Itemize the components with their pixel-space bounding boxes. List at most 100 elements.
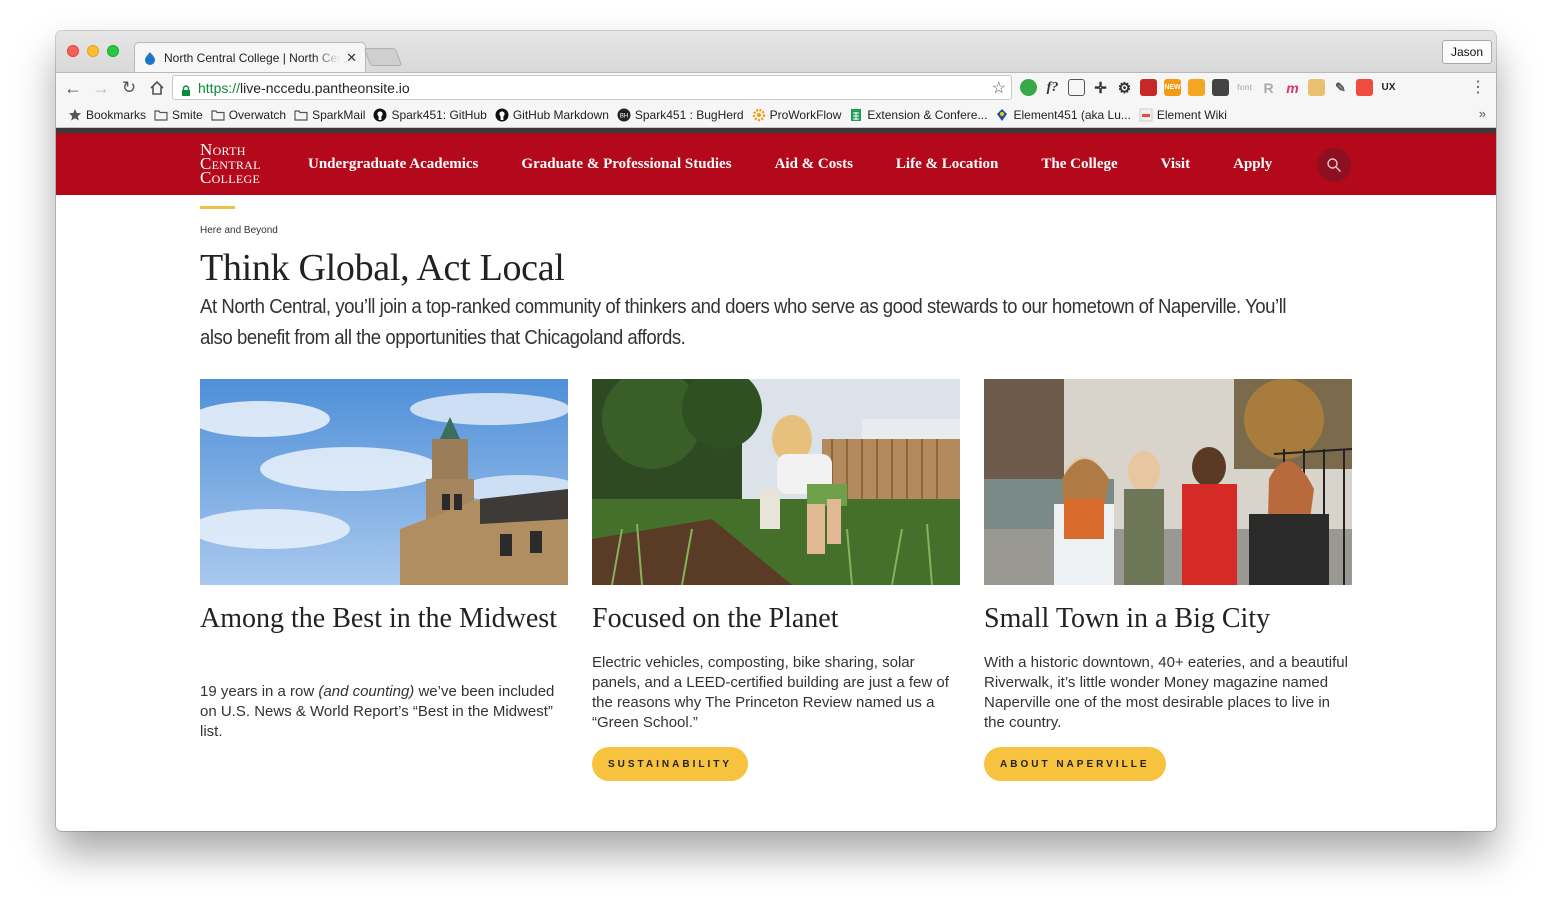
bookmarks-bar: Bookmarks Smite Overwatch SparkMail Spark451…: [56, 102, 1496, 128]
close-tab-icon[interactable]: ✕: [346, 50, 357, 66]
crosshair-extension-icon[interactable]: ✛: [1092, 79, 1109, 97]
nav-aid-costs[interactable]: Aid & Costs: [775, 156, 853, 173]
main-menu: Undergraduate Academics Graduate & Profe…: [308, 133, 1315, 195]
new-badge-extension-icon[interactable]: NEW: [1164, 79, 1181, 96]
ruler-extension-icon[interactable]: [1068, 79, 1085, 96]
sustainability-button[interactable]: SUSTAINABILITY: [592, 747, 749, 781]
gear-extension-icon[interactable]: ⚙: [1116, 79, 1133, 97]
bookmark-label: Element Wiki: [1156, 107, 1227, 122]
campus-tower-photo: [200, 379, 568, 585]
bookmark-github-markdown[interactable]: GitHub Markdown: [495, 108, 609, 122]
bookmark-spark451-bugherd[interactable]: BH Spark451 : BugHerd: [617, 108, 744, 122]
element-icon: [995, 108, 1009, 122]
search-icon: [1327, 158, 1341, 172]
card-body: Electric vehicles, composting, bike shar…: [592, 654, 949, 731]
url-text: https://live-nccedu.pantheonsite.io: [198, 79, 410, 96]
nav-the-college[interactable]: The College: [1041, 156, 1117, 173]
eyedropper-extension-icon[interactable]: ✎: [1332, 79, 1349, 96]
more-bookmarks-icon[interactable]: »: [1479, 106, 1486, 121]
nav-undergraduate-academics[interactable]: Undergraduate Academics: [308, 156, 478, 173]
bookmark-label: Overwatch: [228, 107, 287, 122]
site-navigation: North Central College Undergraduate Acad…: [56, 128, 1496, 195]
folder-icon: [154, 108, 168, 122]
college-logo[interactable]: North Central College: [200, 141, 261, 187]
feature-card: Focused on the Planet Electric vehicles,…: [592, 379, 960, 781]
bookmark-label: Smite: [172, 107, 203, 122]
bookmark-label: Extension & Confere...: [867, 107, 988, 122]
back-arrow-icon[interactable]: ←: [62, 77, 84, 99]
feature-card: Small Town in a Big City With a historic…: [984, 379, 1352, 781]
card-body: With a historic downtown, 40+ eateries, …: [984, 654, 1348, 731]
pen-extension-icon[interactable]: [1308, 79, 1325, 96]
bookmark-element451-aka-lu[interactable]: Element451 (aka Lu...: [995, 107, 1131, 122]
website: North Central College Undergraduate Acad…: [56, 128, 1496, 831]
minimize-window-button[interactable]: [87, 45, 99, 57]
nav-life-location[interactable]: Life & Location: [896, 156, 999, 173]
section-eyebrow: Here and Beyond: [200, 225, 278, 236]
bookmark-spark451-github[interactable]: Spark451: GitHub: [373, 107, 487, 122]
gear-icon: [752, 108, 766, 122]
nav-graduate-professional-studies[interactable]: Graduate & Professional Studies: [521, 156, 731, 173]
font-ninja-extension-icon[interactable]: font: [1236, 79, 1253, 96]
new-tab-button[interactable]: [363, 48, 403, 66]
camera-extension-icon[interactable]: [1212, 79, 1229, 96]
riverwalk-photo: [984, 379, 1352, 585]
bookmark-label: GitHub Markdown: [512, 107, 609, 122]
font-extension-icon[interactable]: f?: [1044, 79, 1061, 96]
about-naperville-button[interactable]: ABOUT NAPERVILLE: [984, 747, 1166, 781]
bugherd-icon: BH: [617, 108, 631, 122]
forward-arrow-icon[interactable]: →: [90, 77, 112, 99]
address-bar[interactable]: https://live-nccedu.pantheonsite.io ☆: [172, 75, 1012, 100]
red-extension-icon[interactable]: [1140, 79, 1157, 96]
folder-icon: [294, 108, 308, 122]
r-extension-icon[interactable]: R: [1260, 79, 1277, 96]
bookmark-label: Bookmarks: [86, 107, 147, 122]
folder-icon: [211, 108, 225, 122]
bookmark-star-icon[interactable]: ☆: [992, 78, 1006, 98]
bookmark-label: ProWorkFlow: [769, 107, 842, 122]
home-icon[interactable]: [146, 77, 168, 99]
sheet-icon: [849, 108, 863, 122]
garden-photo: [592, 379, 960, 585]
m-extension-icon[interactable]: m: [1284, 79, 1301, 96]
star-icon: [68, 108, 82, 122]
nav-apply[interactable]: Apply: [1233, 156, 1272, 173]
bookmark-smite[interactable]: Smite: [154, 108, 203, 122]
card-title: Among the Best in the Midwest: [200, 603, 557, 634]
nav-visit[interactable]: Visit: [1161, 156, 1190, 173]
card-title: Small Town in a Big City: [984, 603, 1271, 634]
accent-rule: [200, 206, 235, 209]
bookmark-label: SparkMail: [312, 107, 366, 122]
feature-card: Among the Best in the Midwest 19 years i…: [200, 379, 568, 740]
bookmark-element-wiki[interactable]: Element Wiki: [1139, 108, 1227, 122]
bookmark-overwatch[interactable]: Overwatch: [211, 108, 286, 122]
site-search-button[interactable]: [1317, 148, 1351, 182]
browser-menu-icon[interactable]: ⋮: [1470, 77, 1486, 97]
card-body: 19 years in a row (and counting) we’ve b…: [200, 683, 555, 740]
wiki-icon: [1139, 108, 1153, 122]
bookmark-label: Spark451: GitHub: [391, 107, 487, 122]
card-title: Focused on the Planet: [592, 603, 839, 634]
bookmark-extension-confere[interactable]: Extension & Confere...: [849, 108, 987, 122]
browser-tab[interactable]: North Central College | North Central Co…: [134, 42, 366, 72]
profile-button[interactable]: Jason: [1441, 40, 1492, 64]
location-extension-icon[interactable]: [1020, 79, 1037, 96]
svg-text:BH: BH: [620, 113, 628, 119]
bookmark-sparkmail[interactable]: SparkMail: [294, 108, 365, 122]
bolt-extension-icon[interactable]: [1356, 79, 1373, 96]
drupal-icon: [143, 51, 157, 65]
close-window-button[interactable]: [67, 45, 79, 57]
bookmark-label: Element451 (aka Lu...: [1013, 107, 1131, 122]
tab-title: North Central College | North Central Co…: [164, 50, 340, 65]
github-icon: [495, 108, 509, 122]
ux-extension-icon[interactable]: UX: [1380, 79, 1397, 96]
logo-line: College: [200, 168, 261, 187]
bookmark-proworkflow[interactable]: ProWorkFlow: [752, 107, 842, 122]
zoom-window-button[interactable]: [107, 45, 119, 57]
reload-icon[interactable]: ↻: [118, 77, 140, 99]
bookmark-bookmarks[interactable]: Bookmarks: [68, 108, 146, 122]
intro-paragraph: At North Central, you’ll join a top-rank…: [200, 296, 1287, 349]
bookmark-label: Spark451 : BugHerd: [634, 107, 744, 122]
page-heading: Think Global, Act Local: [200, 247, 565, 289]
chart-extension-icon[interactable]: [1188, 79, 1205, 96]
